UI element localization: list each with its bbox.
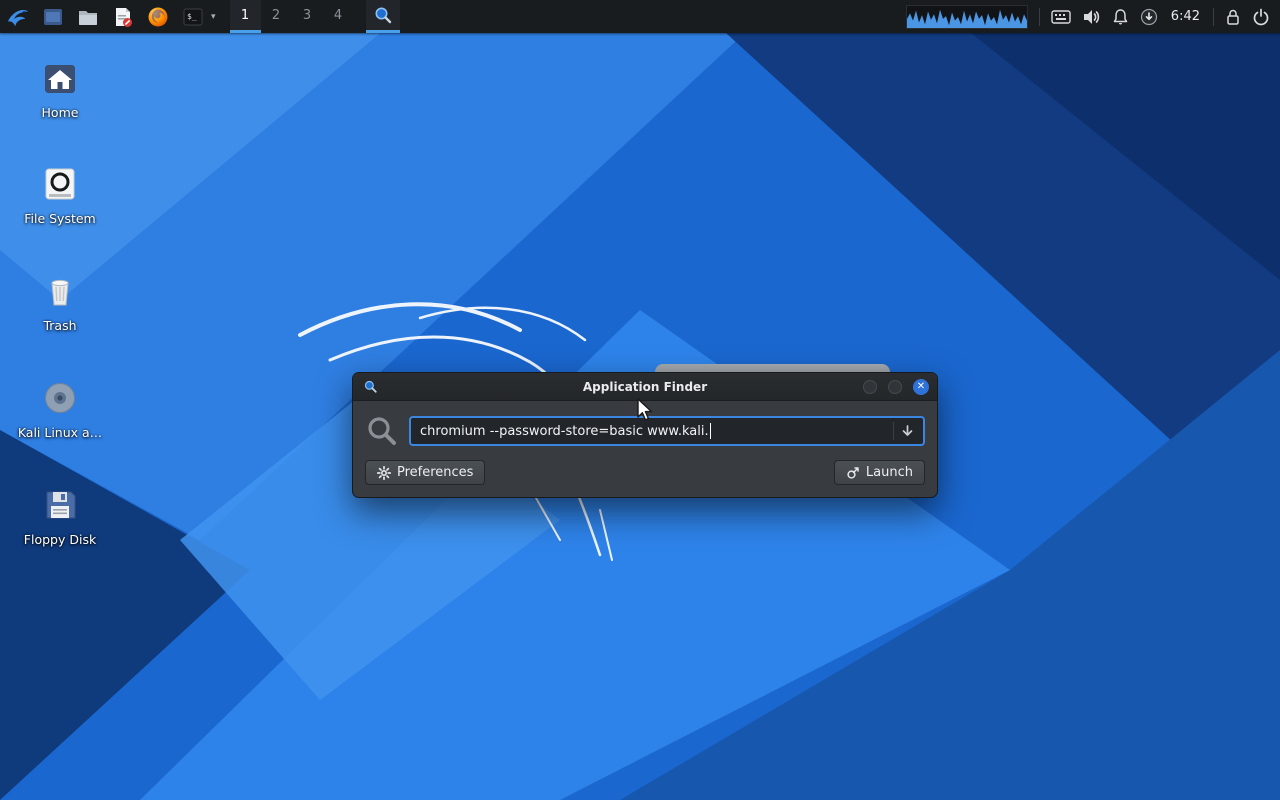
text-caret [710,423,711,439]
input-divider [893,422,894,440]
dropdown-arrow-icon[interactable] [901,424,914,438]
window-app-icon [363,379,378,394]
panel-clock[interactable]: 6:42 [1169,9,1202,24]
floppy-icon [39,484,81,526]
panel-launchers: $_ ▾ [0,4,216,30]
terminal-dropdown-caret[interactable]: ▾ [211,12,216,22]
finder-body: chromium --password-store=basic www.kali… [353,401,937,497]
desktop-icon-kali-cd[interactable]: Kali Linux a… [10,377,110,440]
home-icon [39,57,81,99]
panel-status-area: 6:42 [906,5,1280,29]
panel-separator-2 [1213,8,1214,26]
maximize-button[interactable] [888,380,902,394]
command-text: chromium --password-store=basic www.kali… [420,424,709,439]
kali-menu-button[interactable] [5,4,31,30]
folder-launcher[interactable] [75,4,101,30]
cdrom-icon [39,377,81,419]
desktop-icon-label: Home [42,106,79,120]
trash-icon [39,270,81,312]
cpu-graph[interactable] [906,5,1028,29]
window-buttons [366,0,400,33]
file-manager-icon [42,6,64,28]
desktop-icon-label: File System [24,212,96,226]
folder-icon [77,6,99,28]
volume-icon[interactable] [1082,8,1101,26]
workspace-2[interactable]: 2 [261,0,292,33]
document-icon [113,6,133,28]
desktop-icon-label: Trash [43,319,76,333]
window-controls: ✕ [863,373,929,400]
desktop-icon-floppy[interactable]: Floppy Disk [10,484,110,547]
launch-icon [846,466,860,480]
file-system-icon [39,163,81,205]
desktop-icon-label: Floppy Disk [24,533,96,547]
gear-icon [377,466,391,480]
update-status-icon[interactable] [1140,8,1158,26]
window-title: Application Finder [583,380,707,394]
svg-text:$_: $_ [187,12,197,21]
firefox-icon [147,6,169,28]
command-input[interactable]: chromium --password-store=basic www.kali… [409,416,925,446]
power-icon[interactable] [1252,8,1270,26]
launch-label: Launch [866,465,913,480]
app-finder-icon [373,5,393,25]
workspace-switcher: 1 2 3 4 [230,0,354,33]
notification-bell-icon[interactable] [1112,8,1129,26]
taskbar-application-finder[interactable] [366,0,400,33]
desktop-icon-file-system[interactable]: File System [10,163,110,226]
titlebar[interactable]: Application Finder ✕ [353,373,937,401]
workspace-1[interactable]: 1 [230,0,261,33]
workspace-4[interactable]: 4 [323,0,354,33]
file-manager-launcher[interactable] [40,4,66,30]
desktop-screen: $_ ▾ 1 2 3 4 [0,0,1280,800]
close-button[interactable]: ✕ [913,379,929,395]
kali-logo-icon [6,5,30,29]
panel-separator [1039,8,1040,26]
desktop-icon-label: Kali Linux a… [18,426,102,440]
desktop-icon-home[interactable]: Home [10,57,110,120]
preferences-label: Preferences [397,465,473,480]
workspace-3[interactable]: 3 [292,0,323,33]
desktop-icon-trash[interactable]: Trash [10,270,110,333]
preferences-button[interactable]: Preferences [365,460,485,485]
terminal-launcher[interactable]: $_ [180,4,206,30]
application-finder-window: Application Finder ✕ chromium --password… [352,372,938,498]
top-panel: $_ ▾ 1 2 3 4 [0,0,1280,33]
firefox-launcher[interactable] [145,4,171,30]
keyboard-icon[interactable] [1051,9,1071,25]
text-editor-launcher[interactable] [110,4,136,30]
lock-icon[interactable] [1225,8,1241,26]
terminal-icon: $_ [182,6,204,28]
launch-button[interactable]: Launch [834,460,925,485]
minimize-button[interactable] [863,380,877,394]
search-icon [365,414,399,448]
